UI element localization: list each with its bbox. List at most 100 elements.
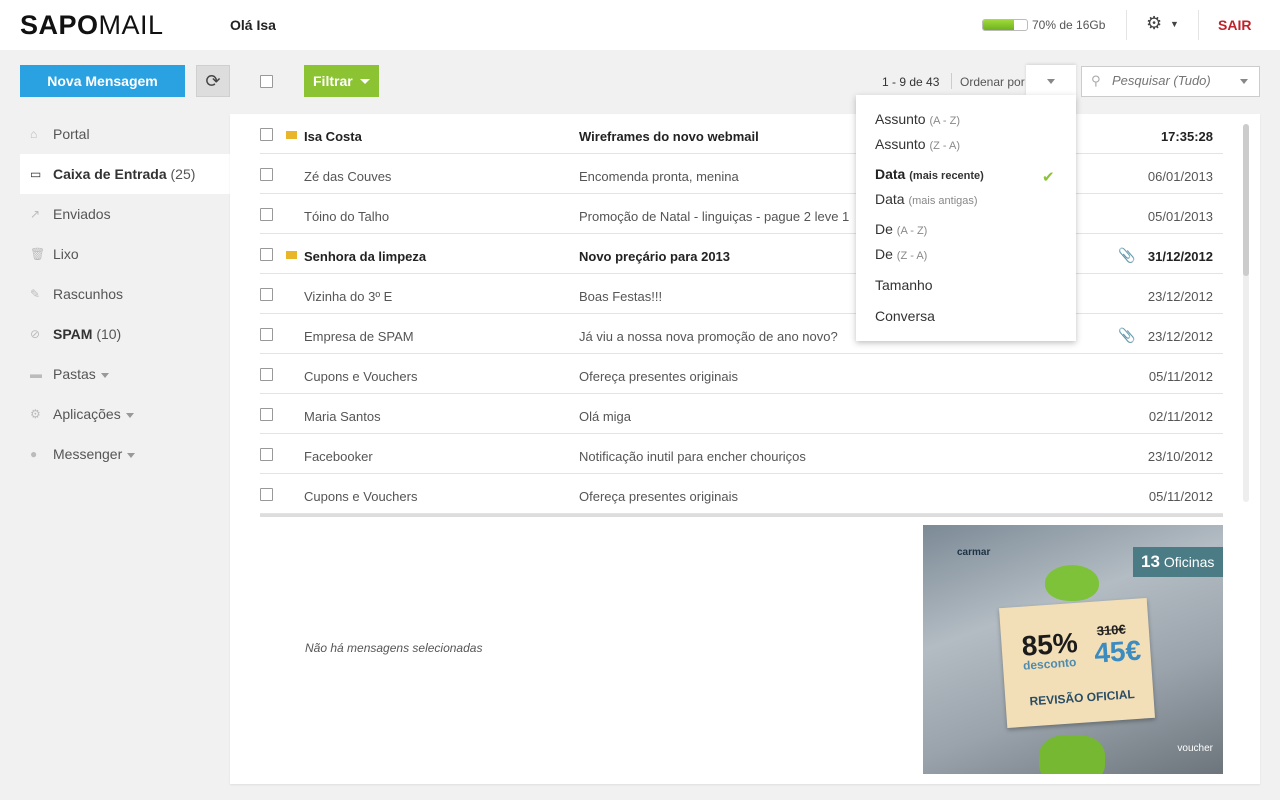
message-checkbox[interactable]: [260, 128, 273, 141]
message-date: 23/12/2012: [1147, 329, 1213, 344]
sidebar-item-sent[interactable]: ↗ Enviados: [20, 194, 230, 234]
sort-option-label: De: [875, 221, 893, 237]
ad-new-price: 45€: [1093, 634, 1143, 669]
search-scope-dropdown-icon[interactable]: [1240, 79, 1248, 84]
sidebar-item-trash[interactable]: 🗑 Lixo: [20, 234, 230, 274]
sidebar-item-label: Rascunhos: [53, 286, 124, 302]
scrollbar-thumb[interactable]: [1243, 124, 1249, 276]
sort-option-detail: (mais recente): [909, 170, 984, 182]
sort-option[interactable]: Data (mais antigas): [875, 191, 978, 207]
chat-icon: ●: [30, 447, 38, 461]
sort-option-label: De: [875, 246, 893, 262]
sort-option[interactable]: Tamanho: [875, 277, 933, 293]
frog-mascot-body: [1039, 735, 1105, 774]
ad-badge-text: Oficinas: [1163, 554, 1215, 570]
message-sender: Isa Costa: [304, 129, 362, 144]
message-row[interactable]: Empresa de SPAM Já viu a nossa nova promo…: [260, 314, 1223, 354]
message-date: 02/11/2012: [1148, 409, 1213, 424]
message-list: Isa Costa Wireframes do novo webmail 17:35…: [260, 114, 1223, 514]
sidebar-item-folders[interactable]: ▬ Pastas: [20, 354, 230, 394]
sort-option-label: Data: [875, 191, 905, 207]
message-row[interactable]: Cupons e Vouchers Ofereça presentes origi…: [260, 474, 1223, 514]
attachment-icon: 📎: [1118, 327, 1136, 343]
message-sender: Vizinha do 3º E: [304, 289, 393, 304]
filter-button[interactable]: Filtrar: [304, 65, 379, 97]
message-subject: Olá miga: [579, 409, 632, 424]
sidebar-item-apps[interactable]: ⚙ Aplicações: [20, 394, 230, 434]
sidebar: ⌂ Portal ▭ Caixa de Entrada (25) ↗ Enviados…: [20, 114, 230, 474]
logo[interactable]: SAPOMAIL: [20, 10, 164, 41]
caret-down-icon: [360, 79, 370, 84]
sidebar-item-spam[interactable]: ⊘ SPAM (10): [20, 314, 230, 354]
sort-option-detail: (A - Z): [896, 225, 928, 237]
sidebar-item-inbox[interactable]: ▭ Caixa de Entrada (25): [20, 154, 230, 194]
message-list-scrollbar[interactable]: [1243, 124, 1249, 502]
caret-down-icon: [100, 372, 109, 378]
caret-down-icon: [127, 452, 136, 458]
sort-option[interactable]: Data (mais recente): [875, 166, 984, 182]
sort-option-label: Data: [875, 166, 906, 182]
settings-menu-button[interactable]: ⚙ ▼: [1146, 13, 1182, 37]
search-input[interactable]: [1112, 73, 1237, 88]
message-checkbox[interactable]: [260, 328, 273, 341]
sort-option-label: Conversa: [875, 308, 935, 324]
message-subject: Ofereça presentes originais: [579, 369, 738, 384]
logout-link[interactable]: SAIR: [1218, 17, 1251, 33]
message-checkbox[interactable]: [260, 248, 273, 261]
search-icon: ⚲: [1091, 73, 1101, 88]
sidebar-item-portal[interactable]: ⌂ Portal: [20, 114, 230, 154]
message-row[interactable]: Tóino do Talho Promoção de Natal - lingui…: [260, 194, 1223, 234]
caret-down-icon: [125, 412, 134, 418]
message-checkbox[interactable]: [260, 288, 273, 301]
refresh-button[interactable]: ⟳: [196, 65, 230, 97]
advertisement-banner[interactable]: carmar 13 Oficinas 85% desconto 310€ 45€ …: [923, 525, 1223, 774]
message-sender: Cupons e Vouchers: [304, 369, 418, 384]
unread-count: (25): [170, 166, 196, 182]
storage-quota-fill: [983, 20, 1014, 30]
sidebar-item-label: Pastas: [53, 366, 96, 382]
sidebar-item-drafts[interactable]: ✎ Rascunhos: [20, 274, 230, 314]
sort-option[interactable]: Assunto (A - Z): [875, 111, 960, 127]
list-preview-divider[interactable]: [260, 514, 1223, 517]
message-sender: Empresa de SPAM: [304, 329, 414, 344]
message-row[interactable]: Isa Costa Wireframes do novo webmail 17:35…: [260, 114, 1223, 154]
message-row[interactable]: Facebooker Notificação inutil para encher…: [260, 434, 1223, 474]
message-row[interactable]: Maria Santos Olá miga 02/11/2012: [260, 394, 1223, 434]
sort-option[interactable]: Assunto (Z - A): [875, 136, 960, 152]
message-sender: Senhora da limpeza: [304, 249, 427, 264]
message-checkbox[interactable]: [260, 408, 273, 421]
sort-option[interactable]: De (A - Z): [875, 221, 927, 237]
home-icon: ⌂: [30, 127, 38, 141]
sidebar-item-messenger[interactable]: ● Messenger: [20, 434, 230, 474]
search-box[interactable]: ⚲: [1081, 66, 1260, 97]
divider: [1126, 10, 1127, 40]
gear-icon: ⚙: [1146, 13, 1163, 33]
message-checkbox[interactable]: [260, 488, 273, 501]
sort-option-detail: (A - Z): [929, 115, 961, 127]
message-date: 06/01/2013: [1147, 169, 1213, 184]
message-sender: Zé das Couves: [304, 169, 392, 184]
message-checkbox[interactable]: [260, 368, 273, 381]
message-row[interactable]: Senhora da limpeza Novo preçário para 201…: [260, 234, 1223, 274]
sort-option[interactable]: De (Z - A): [875, 246, 927, 262]
sidebar-item-label: Caixa de Entrada: [53, 166, 167, 182]
sort-option-label: Assunto: [875, 136, 926, 152]
ad-partner-logo: voucher: [1177, 743, 1213, 754]
message-checkbox[interactable]: [260, 168, 273, 181]
message-date: 17:35:28: [1160, 129, 1213, 144]
new-message-button[interactable]: Nova Mensagem: [20, 65, 185, 97]
user-greeting: Olá Isa: [230, 17, 276, 33]
message-row[interactable]: Zé das Couves Encomenda pronta, menina 06/…: [260, 154, 1223, 194]
message-row[interactable]: Vizinha do 3º E Boas Festas!!! 23/12/2012: [260, 274, 1223, 314]
message-checkbox[interactable]: [260, 208, 273, 221]
ad-offer-card: 85% desconto 310€ 45€ REVISÃO OFICIAL: [998, 597, 1156, 729]
select-all-checkbox[interactable]: [260, 75, 273, 88]
caret-down-icon: [1047, 79, 1055, 84]
message-checkbox[interactable]: [260, 448, 273, 461]
sort-label[interactable]: Ordenar por: [960, 75, 1026, 89]
sort-dropdown-toggle[interactable]: [1026, 65, 1076, 97]
ad-badge-number: 13: [1141, 552, 1160, 571]
spam-icon: ⊘: [30, 327, 41, 341]
message-row[interactable]: Cupons e Vouchers Ofereça presentes origi…: [260, 354, 1223, 394]
sort-option[interactable]: Conversa: [875, 308, 935, 324]
